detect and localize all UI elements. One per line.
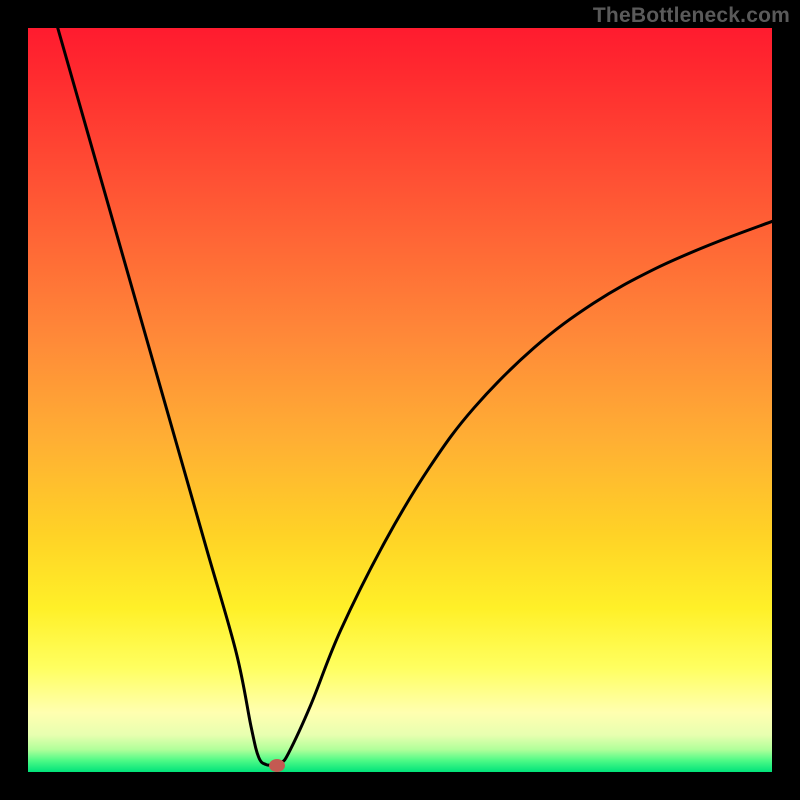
bottleneck-curve — [58, 28, 772, 765]
plot-area — [28, 28, 772, 772]
chart-frame: TheBottleneck.com — [0, 0, 800, 800]
watermark: TheBottleneck.com — [593, 4, 790, 28]
curve-svg — [28, 28, 772, 772]
optimum-marker — [269, 759, 285, 772]
